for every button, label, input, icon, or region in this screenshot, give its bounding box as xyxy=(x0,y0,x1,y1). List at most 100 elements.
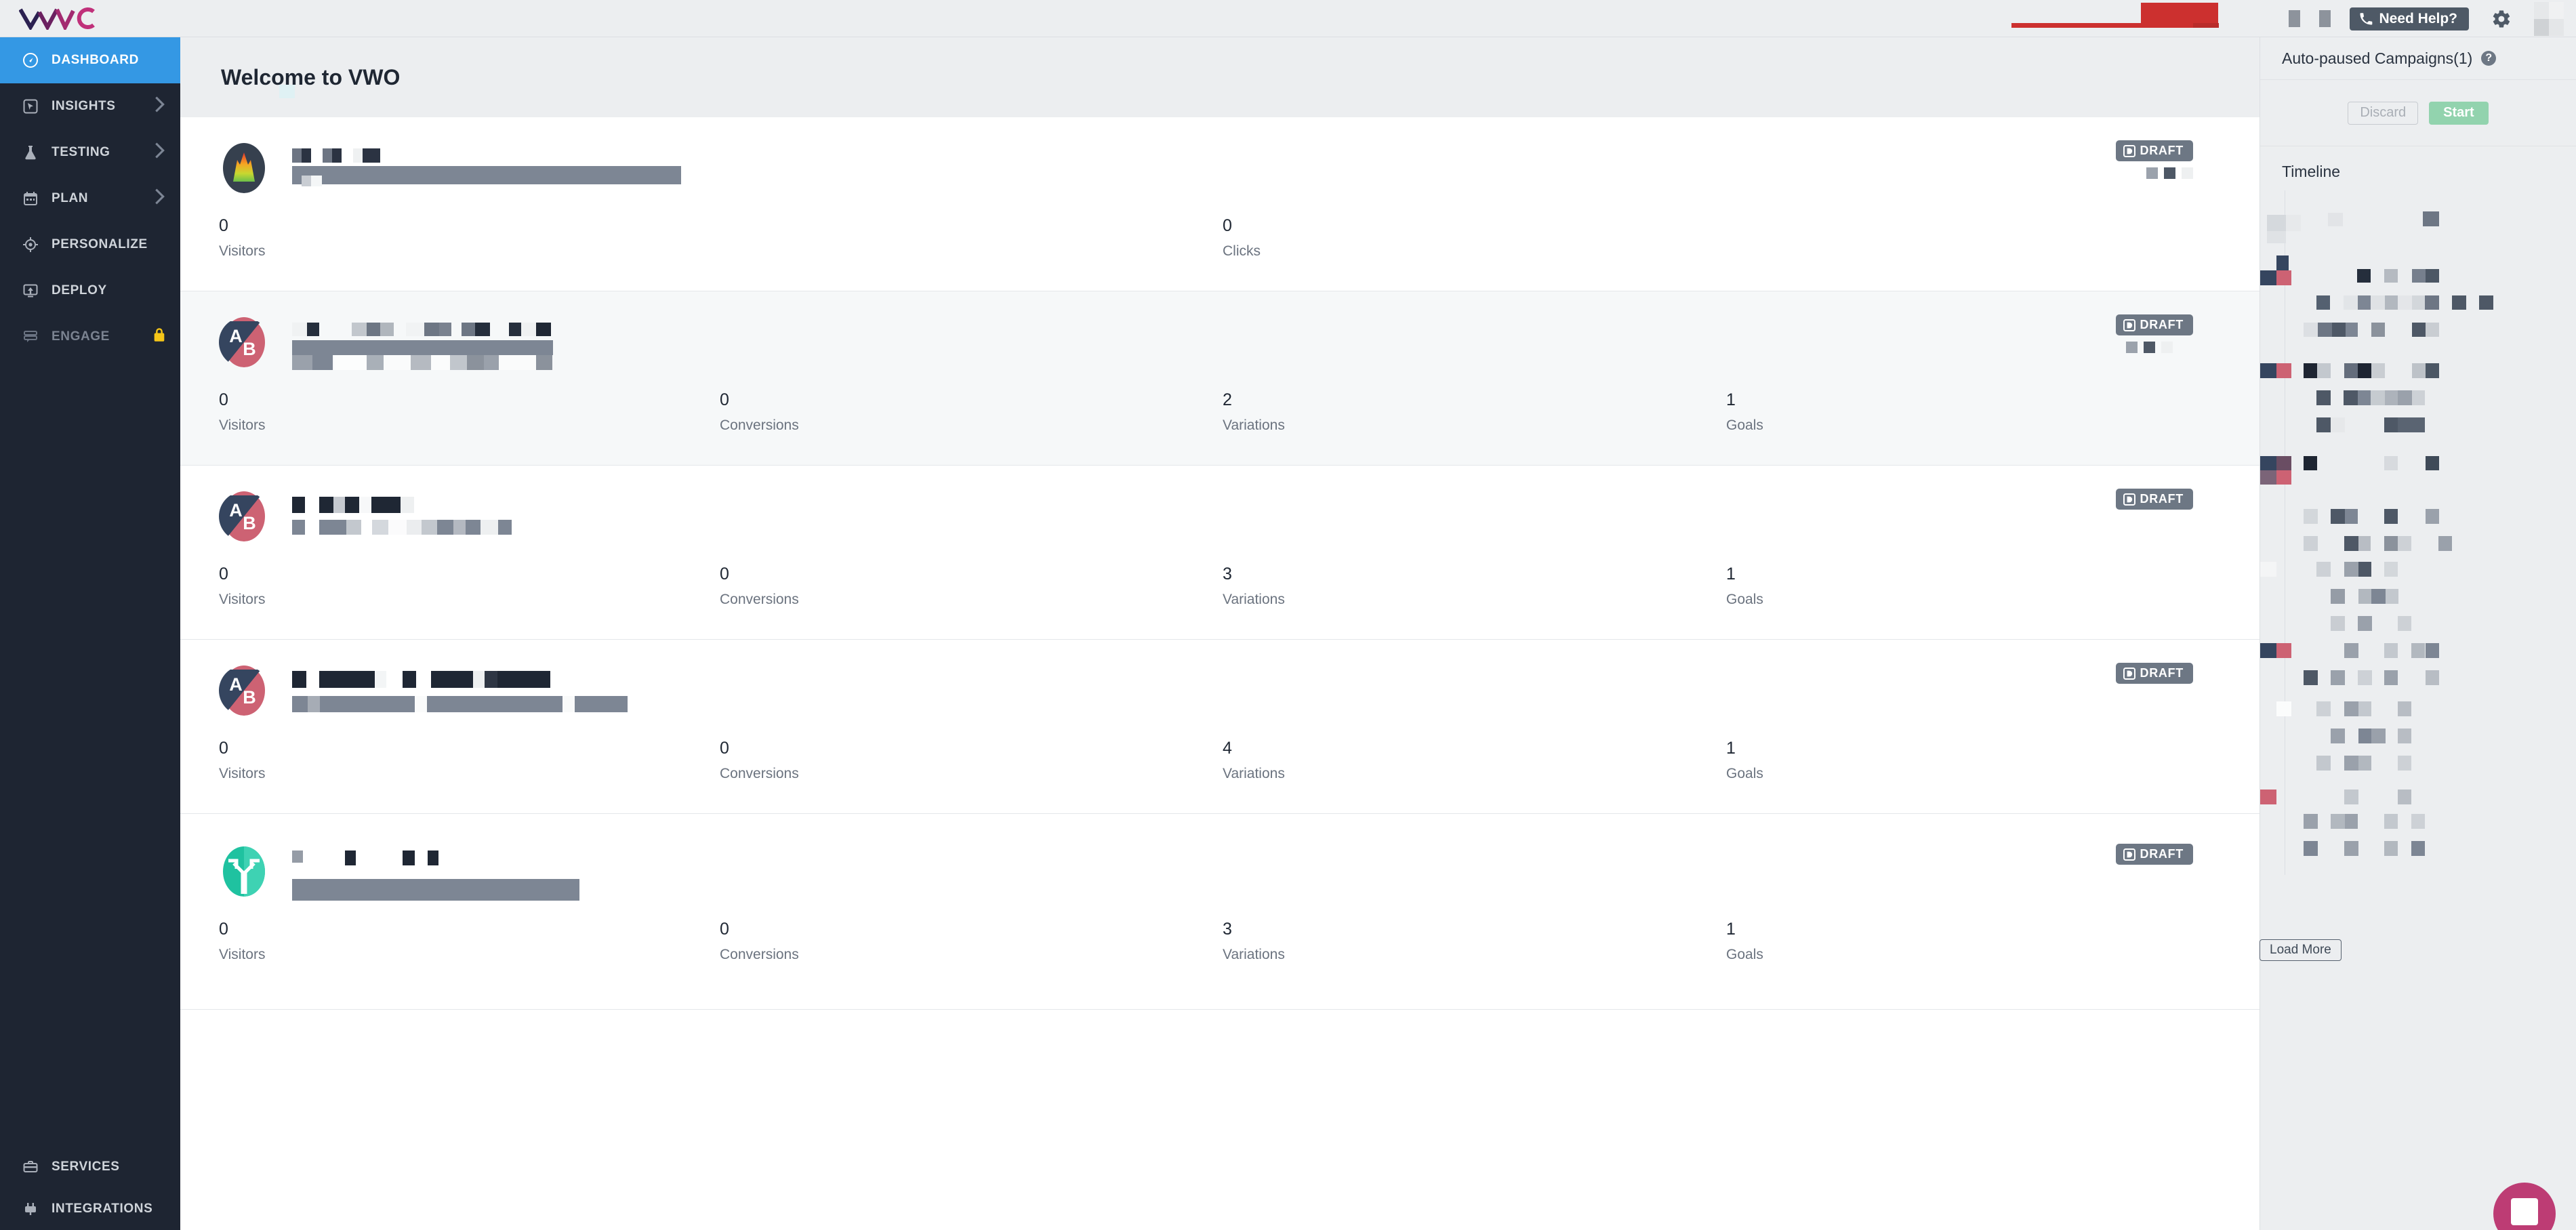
avatar[interactable] xyxy=(2534,1,2564,36)
stat-visitors: 0 Visitors xyxy=(219,740,265,781)
campaign-stats: 0 Visitors 0 Conversions 3 Variations 1 … xyxy=(180,566,2260,639)
sidebar-item-label: DEPLOY xyxy=(52,283,107,298)
stat-value: 1 xyxy=(1726,739,1736,758)
stat-label: Goals xyxy=(1726,592,1763,607)
stat-visitors: 0 Visitors xyxy=(219,921,265,962)
stat-value: 3 xyxy=(1223,920,1232,939)
stat-label: Visitors xyxy=(219,766,266,781)
campaign-card[interactable]: DRAFT 0 Visitors 0 Clicks xyxy=(180,117,2260,291)
status-badge-label: DRAFT xyxy=(2140,666,2184,680)
discard-button[interactable]: Discard xyxy=(2348,101,2419,125)
status-badge[interactable]: DRAFT xyxy=(2115,663,2193,684)
help-question-icon[interactable]: ? xyxy=(2481,51,2497,66)
right-panel: Auto-paused Campaigns(1) ? Discard Start… xyxy=(2260,37,2576,1230)
briefcase-icon xyxy=(19,1155,42,1178)
stat-label: Goals xyxy=(1726,947,1763,962)
chevron-right-icon xyxy=(154,188,165,209)
chevron-right-icon xyxy=(154,142,165,163)
status-badge[interactable]: DRAFT xyxy=(2115,844,2193,865)
auto-paused-campaigns-header: Auto-paused Campaigns(1) ? xyxy=(2260,37,2576,80)
stat-label: Variations xyxy=(1223,592,1285,607)
stat-value: 1 xyxy=(1726,565,1736,583)
stat-label: Conversions xyxy=(720,417,799,433)
sidebar-item-dashboard[interactable]: DASHBOARD xyxy=(0,37,180,83)
status-badge[interactable]: DRAFT xyxy=(2115,489,2193,510)
campaign-action-placeholders[interactable] xyxy=(2146,167,2193,179)
need-help-button[interactable]: Need Help? xyxy=(2350,7,2469,30)
draft-d-icon xyxy=(2123,144,2135,157)
sidebar-item-insights[interactable]: INSIGHTS xyxy=(0,83,180,129)
target-crosshair-icon xyxy=(19,233,42,256)
stat-value: 0 xyxy=(720,390,729,409)
campaign-title-redacted xyxy=(292,148,699,190)
top-bar: Need Help? xyxy=(0,0,2576,37)
campaign-action-placeholders[interactable] xyxy=(2126,342,2173,353)
sidebar-item-label: TESTING xyxy=(52,145,110,159)
heatmap-flame-icon xyxy=(219,143,269,193)
campaign-stats: 0 Visitors 0 Clicks xyxy=(180,218,2260,291)
stat-variations: 4 Variations xyxy=(1223,740,1285,781)
auto-paused-title: Auto-paused Campaigns(1) xyxy=(2282,49,2473,67)
draft-d-icon xyxy=(2123,319,2135,331)
sidebar-item-label: PLAN xyxy=(52,191,89,205)
stat-value: 0 xyxy=(219,920,228,939)
dashboard-gauge-icon xyxy=(19,49,42,72)
sidebar-item-label: PERSONALIZE xyxy=(52,237,148,251)
start-button[interactable]: Start xyxy=(2429,101,2489,125)
toolbar-placeholder-2[interactable] xyxy=(2319,10,2331,27)
chat-lines-icon xyxy=(19,325,42,348)
stat-visitors: 0 Visitors xyxy=(219,566,265,607)
campaign-title-redacted xyxy=(292,671,651,713)
timeline-redacted-content xyxy=(2260,190,2576,882)
auto-paused-actions: Discard Start xyxy=(2260,80,2576,146)
campaign-stats: 0 Visitors 0 Conversions 4 Variations 1 … xyxy=(180,740,2260,813)
stat-value: 1 xyxy=(1726,390,1736,409)
sidebar-item-personalize[interactable]: PERSONALIZE xyxy=(0,222,180,268)
sidebar-item-engage[interactable]: ENGAGE xyxy=(0,314,180,360)
top-bar-actions: Need Help? xyxy=(2289,0,2564,37)
stat-variations: 3 Variations xyxy=(1223,921,1285,962)
campaign-list: DRAFT 0 Visitors 0 Clicks A B DRAFT 0 Vi… xyxy=(180,117,2260,1230)
campaign-title-redacted xyxy=(292,323,631,370)
toolbar-placeholder-1[interactable] xyxy=(2289,10,2301,27)
plug-icon xyxy=(19,1197,42,1221)
draft-d-icon xyxy=(2123,848,2135,861)
stat-value: 0 xyxy=(219,390,228,409)
status-badge-label: DRAFT xyxy=(2140,492,2184,506)
title-redaction-block xyxy=(279,85,295,98)
sidebar-item-plan[interactable]: PLAN xyxy=(0,176,180,222)
settings-button[interactable] xyxy=(2488,5,2515,33)
sidebar-item-integrations[interactable]: INTEGRATIONS xyxy=(0,1188,180,1230)
campaign-card[interactable]: DRAFT 0 Visitors 0 Conversions 3 Variati… xyxy=(180,814,2260,1010)
page-title-text: Welcome to VWO xyxy=(221,64,401,89)
stat-label: Goals xyxy=(1726,766,1763,781)
stat-visitors: 0 Visitors xyxy=(219,218,265,259)
load-more-button[interactable]: Load More xyxy=(2260,939,2342,961)
sidebar-item-services[interactable]: SERVICES xyxy=(0,1146,180,1188)
status-badge-label: DRAFT xyxy=(2140,318,2184,331)
status-badge[interactable]: DRAFT xyxy=(2115,314,2193,335)
page-title: Welcome to VWO xyxy=(180,37,2260,117)
redacted-banner xyxy=(2011,0,2219,37)
sidebar-item-label: DASHBOARD xyxy=(52,53,139,67)
stat-visitors: 0 Visitors xyxy=(219,390,266,433)
stat-label: Conversions xyxy=(720,592,799,607)
stat-value: 2 xyxy=(1223,390,1232,409)
vwo-dashboard-app: Need Help? DASHBOARD INSIGHTS TESTING PL… xyxy=(0,0,2576,1230)
campaign-card[interactable]: A B xyxy=(180,640,2260,814)
campaign-title-redacted xyxy=(292,850,672,901)
campaign-card-header: DRAFT xyxy=(180,117,2260,218)
stat-label: Visitors xyxy=(219,417,266,433)
sidebar-item-testing[interactable]: TESTING xyxy=(0,129,180,176)
sidebar-item-deploy[interactable]: DEPLOY xyxy=(0,268,180,314)
vwo-logo[interactable] xyxy=(0,0,180,37)
svg-text:A: A xyxy=(229,674,243,695)
stat-label: Variations xyxy=(1223,417,1285,433)
campaign-card[interactable]: A B xyxy=(180,466,2260,640)
lock-icon xyxy=(153,327,165,346)
status-badge[interactable]: DRAFT xyxy=(2115,140,2193,161)
sidebar-item-label: INSIGHTS xyxy=(52,99,116,113)
calendar-icon xyxy=(19,187,42,210)
need-help-label: Need Help? xyxy=(2379,10,2457,26)
campaign-card[interactable]: A B xyxy=(180,291,2260,466)
